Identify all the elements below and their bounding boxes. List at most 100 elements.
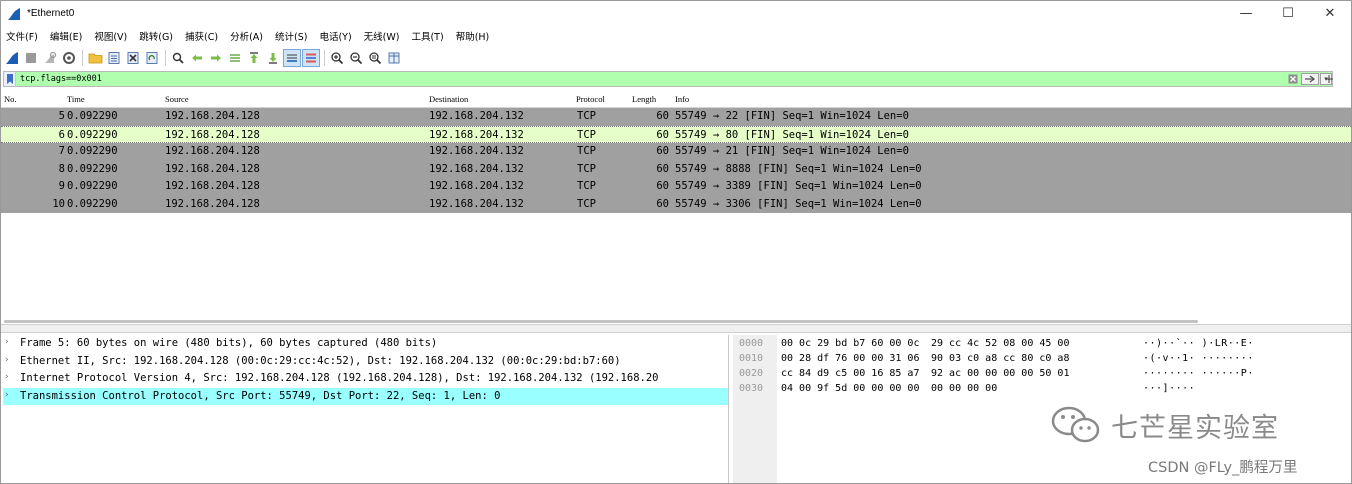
bytes-hex: 90 03 c0 a8 cc 80 c0 a8 bbox=[931, 353, 1070, 364]
packet-length: 60 bbox=[656, 197, 669, 210]
packet-time: 0.092290 bbox=[67, 145, 118, 157]
bytes-hex: cc 84 d9 c5 00 16 85 a7 bbox=[781, 368, 920, 379]
tree-item-label: Internet Protocol Version 4, Src: 192.16… bbox=[20, 372, 659, 384]
packet-row-selected[interactable]: 6 0.092290 192.168.204.128 192.168.204.1… bbox=[1, 125, 1351, 143]
packet-source: 192.168.204.128 bbox=[165, 197, 260, 210]
packet-row[interactable]: 10 0.092290 192.168.204.128 192.168.204.… bbox=[1, 195, 1351, 213]
menu-help[interactable]: 帮助(H) bbox=[451, 29, 497, 43]
go-first-packet-icon[interactable] bbox=[245, 49, 263, 67]
packet-row[interactable]: 9 0.092290 192.168.204.128 192.168.204.1… bbox=[1, 178, 1351, 196]
packet-protocol: TCP bbox=[577, 162, 596, 175]
go-last-packet-icon[interactable] bbox=[264, 49, 282, 67]
menu-bar: 文件(F) 编辑(E) 视图(V) 跳转(G) 捕获(C) 分析(A) 统计(S… bbox=[1, 27, 1351, 45]
display-filter-input[interactable] bbox=[16, 72, 1287, 86]
tree-item-frame[interactable]: › Frame 5: 60 bytes on wire (480 bits), … bbox=[3, 335, 728, 353]
close-button[interactable]: ✕ bbox=[1309, 1, 1351, 26]
apply-filter-arrow-icon[interactable] bbox=[1301, 73, 1319, 85]
expand-arrow-icon[interactable]: › bbox=[5, 337, 13, 347]
expand-arrow-icon[interactable]: › bbox=[5, 390, 13, 400]
normal-size-icon[interactable] bbox=[366, 49, 384, 67]
packet-row[interactable]: 7 0.092290 192.168.204.128 192.168.204.1… bbox=[1, 143, 1351, 161]
menu-telephony[interactable]: 电话(Y) bbox=[314, 29, 358, 43]
bytes-ascii: ·(·v··1· ········ bbox=[1143, 353, 1254, 364]
packet-protocol: TCP bbox=[577, 197, 596, 210]
bytes-offset: 0030 bbox=[739, 383, 764, 394]
toolbar-separator bbox=[324, 50, 325, 66]
bytes-ascii: ···]···· bbox=[1143, 383, 1196, 394]
menu-capture[interactable]: 捕获(C) bbox=[180, 29, 225, 43]
packet-row[interactable]: 8 0.092290 192.168.204.128 192.168.204.1… bbox=[1, 160, 1351, 178]
packet-length: 60 bbox=[656, 162, 669, 175]
reload-file-icon[interactable] bbox=[143, 49, 161, 67]
packet-no: 7 bbox=[58, 145, 65, 157]
clear-filter-icon[interactable] bbox=[1287, 73, 1299, 85]
packet-info: 55749 → 80 [FIN] Seq=1 Win=1024 Len=0 bbox=[675, 128, 909, 141]
tree-item-tcp[interactable]: › Transmission Control Protocol, Src Por… bbox=[3, 387, 728, 405]
go-forward-arrow-icon[interactable] bbox=[207, 49, 225, 67]
start-capture-fin-icon[interactable] bbox=[3, 49, 21, 67]
menu-analyze[interactable]: 分析(A) bbox=[225, 29, 270, 43]
column-header-length[interactable]: Length bbox=[632, 94, 656, 104]
autoscroll-icon[interactable] bbox=[283, 49, 301, 67]
display-filter-bar: ▾ bbox=[3, 71, 1333, 87]
go-back-arrow-icon[interactable] bbox=[188, 49, 206, 67]
stop-capture-icon[interactable] bbox=[22, 49, 40, 67]
packet-protocol: TCP bbox=[577, 110, 596, 122]
watermark-lab-text: 七芒星实验室 bbox=[1111, 412, 1279, 444]
packet-info: 55749 → 8888 [FIN] Seq=1 Win=1024 Len=0 bbox=[675, 162, 922, 175]
pane-splitter[interactable] bbox=[1, 324, 1351, 333]
packet-info: 55749 → 3306 [FIN] Seq=1 Win=1024 Len=0 bbox=[675, 197, 922, 210]
resize-columns-icon[interactable] bbox=[385, 49, 403, 67]
expand-arrow-icon[interactable]: › bbox=[5, 372, 13, 382]
zoom-in-icon[interactable] bbox=[328, 49, 346, 67]
packet-time: 0.092290 bbox=[67, 110, 118, 122]
open-file-folder-icon[interactable] bbox=[86, 49, 104, 67]
tree-item-label: Frame 5: 60 bytes on wire (480 bits), 60… bbox=[20, 337, 438, 349]
find-packet-search-icon[interactable] bbox=[169, 49, 187, 67]
colorize-packet-list-icon[interactable] bbox=[302, 49, 320, 67]
bytes-offset: 0000 bbox=[739, 338, 764, 349]
maximize-button[interactable]: ☐ bbox=[1267, 1, 1309, 26]
tree-item-ethernet[interactable]: › Ethernet II, Src: 192.168.204.128 (00:… bbox=[3, 353, 728, 371]
column-header-source[interactable]: Source bbox=[165, 94, 189, 104]
column-header-protocol[interactable]: Protocol bbox=[576, 94, 605, 104]
window-controls: — ☐ ✕ bbox=[1225, 1, 1351, 26]
restart-capture-icon[interactable] bbox=[41, 49, 59, 67]
bytes-hex: 92 ac 00 00 00 00 50 01 bbox=[931, 368, 1070, 379]
packet-protocol: TCP bbox=[577, 180, 596, 192]
menu-edit[interactable]: 编辑(E) bbox=[45, 29, 89, 43]
menu-wireless[interactable]: 无线(W) bbox=[359, 29, 407, 43]
wireshark-window: *Ethernet0 — ☐ ✕ 文件(F) 编辑(E) 视图(V) 跳转(G)… bbox=[0, 0, 1352, 484]
bytes-hex: 00 0c 29 bd b7 60 00 0c bbox=[781, 338, 920, 349]
bytes-offset: 0020 bbox=[739, 368, 764, 379]
packet-destination: 192.168.204.132 bbox=[429, 197, 524, 210]
packet-no: 8 bbox=[58, 162, 65, 175]
go-to-packet-icon[interactable] bbox=[226, 49, 244, 67]
packet-no: 6 bbox=[58, 128, 65, 141]
column-header-info[interactable]: Info bbox=[675, 94, 689, 104]
capture-options-gear-icon[interactable] bbox=[60, 49, 78, 67]
add-filter-button[interactable]: + bbox=[1323, 73, 1335, 85]
save-file-icon[interactable] bbox=[105, 49, 123, 67]
menu-view[interactable]: 视图(V) bbox=[89, 29, 134, 43]
column-header-no[interactable]: No. bbox=[4, 94, 17, 104]
tree-item-label: Ethernet II, Src: 192.168.204.128 (00:0c… bbox=[20, 354, 621, 367]
packet-list-horizontal-scrollbar[interactable] bbox=[4, 320, 1198, 323]
packet-row[interactable]: 5 0.092290 192.168.204.128 192.168.204.1… bbox=[1, 108, 1351, 126]
minimize-button[interactable]: — bbox=[1225, 1, 1267, 26]
menu-statistics[interactable]: 统计(S) bbox=[270, 29, 314, 43]
filter-bookmark-icon[interactable] bbox=[4, 72, 16, 86]
packet-time: 0.092290 bbox=[67, 128, 118, 141]
menu-tools[interactable]: 工具(T) bbox=[406, 29, 450, 43]
menu-go[interactable]: 跳转(G) bbox=[134, 29, 180, 43]
zoom-out-icon[interactable] bbox=[347, 49, 365, 67]
close-file-icon[interactable] bbox=[124, 49, 142, 67]
tree-item-ipv4[interactable]: › Internet Protocol Version 4, Src: 192.… bbox=[3, 370, 728, 388]
menu-file[interactable]: 文件(F) bbox=[1, 29, 45, 43]
column-header-destination[interactable]: Destination bbox=[429, 94, 468, 104]
packet-length: 60 bbox=[656, 180, 669, 192]
column-header-time[interactable]: Time bbox=[67, 94, 85, 104]
packet-time: 0.092290 bbox=[67, 197, 118, 210]
expand-arrow-icon[interactable]: › bbox=[5, 355, 13, 365]
packet-no: 5 bbox=[58, 110, 65, 122]
